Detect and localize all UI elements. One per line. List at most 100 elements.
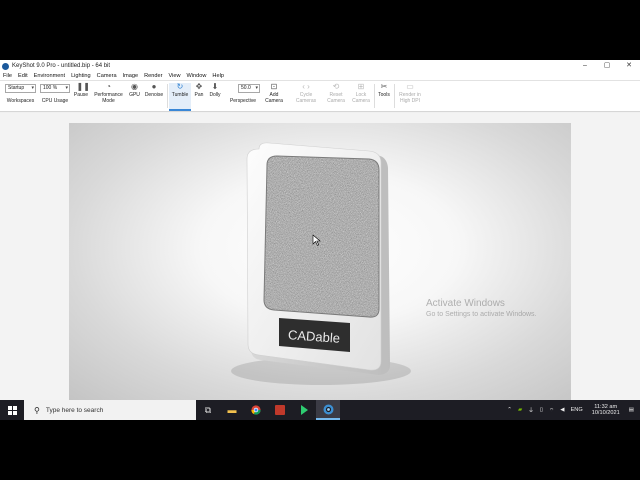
windows-taskbar: ⚲ Type here to search ⧉ ▬ ⌃ ▰ ⏚ ▯ ⌔ ◀ EN… bbox=[0, 400, 640, 420]
render-noise bbox=[264, 156, 379, 318]
cpu-usage-select[interactable]: 100 % bbox=[40, 84, 70, 93]
workspace-select[interactable]: Startup bbox=[5, 84, 36, 93]
usb-icon[interactable]: ⏚ bbox=[525, 406, 537, 414]
gauge-icon: ◔ bbox=[106, 82, 111, 91]
folder-icon: ▬ bbox=[227, 405, 237, 415]
minimize-button[interactable]: – bbox=[574, 60, 596, 72]
cpu-usage-label: CPU Usage bbox=[41, 98, 69, 104]
keyshot-logo-icon bbox=[2, 62, 9, 70]
close-button[interactable]: ✕ bbox=[618, 60, 640, 72]
gpu-button[interactable]: ◉ GPU bbox=[127, 83, 142, 99]
window-controls: – ▢ ✕ bbox=[574, 60, 640, 72]
window-title: KeyShot 9.0 Pro - untitled.bip - 64 bit bbox=[12, 63, 111, 69]
monitor-icon: ▭ bbox=[406, 82, 414, 91]
reset-camera-icon: ⟲ bbox=[332, 82, 340, 91]
dolly-arrow-icon: ⬇ bbox=[211, 82, 219, 91]
pause-button[interactable]: ❚❚ Pause bbox=[72, 83, 90, 99]
search-icon: ⚲ bbox=[34, 405, 40, 415]
tools-button[interactable]: ✂ Tools bbox=[376, 83, 392, 99]
app-green-icon bbox=[300, 405, 308, 415]
realtime-render-view[interactable]: CADable bbox=[69, 123, 571, 400]
start-button[interactable] bbox=[0, 400, 24, 420]
app-button-red[interactable] bbox=[268, 400, 292, 420]
chrome-button[interactable] bbox=[244, 400, 268, 420]
add-camera-label-line2: Camera bbox=[265, 97, 283, 104]
file-explorer-button[interactable]: ▬ bbox=[220, 400, 244, 420]
menu-bar: File Edit Environment Lighting Camera Im… bbox=[0, 72, 640, 81]
denoise-button[interactable]: ● Denoise bbox=[143, 83, 165, 99]
chrome-icon bbox=[251, 405, 261, 415]
clock-date: 10/10/2021 bbox=[591, 410, 620, 416]
menu-view[interactable]: View bbox=[165, 73, 183, 79]
tumble-icon: ↻ bbox=[176, 82, 184, 91]
reset-camera-button[interactable]: ⟲ Reset Camera bbox=[324, 83, 348, 104]
network-icon[interactable]: ⌔ bbox=[546, 407, 557, 414]
tumble-button[interactable]: ↻ Tumble bbox=[169, 83, 191, 111]
gpu-icon: ◉ bbox=[131, 82, 138, 91]
toolbar-divider bbox=[394, 84, 395, 108]
chevron-up-icon[interactable]: ⌃ bbox=[504, 407, 515, 413]
denoise-icon: ● bbox=[151, 82, 157, 91]
perspective-field[interactable]: 50.0 bbox=[238, 84, 260, 93]
menu-camera[interactable]: Camera bbox=[94, 73, 120, 79]
menu-environment[interactable]: Environment bbox=[31, 73, 68, 79]
denoise-label: Denoise bbox=[144, 92, 164, 98]
lock-icon: ⊞ bbox=[357, 82, 365, 91]
volume-icon[interactable]: ◀ bbox=[557, 407, 567, 413]
keyshot-window: KeyShot 9.0 Pro - untitled.bip - 64 bit … bbox=[0, 60, 640, 400]
render-high-dpi-button[interactable]: ▭ Render in High DPI bbox=[396, 83, 424, 104]
menu-window[interactable]: Window bbox=[184, 73, 210, 79]
cycle-arrows-icon: ‹ › bbox=[302, 82, 310, 91]
clock[interactable]: 11:32 am 10/10/2021 bbox=[586, 404, 626, 417]
rendered-product: CADable bbox=[231, 142, 411, 385]
notifications-icon[interactable]: ▤ bbox=[626, 407, 640, 413]
perspective-label: Perspective bbox=[229, 98, 257, 104]
menu-image[interactable]: Image bbox=[120, 73, 142, 79]
language-indicator[interactable]: ENG bbox=[568, 407, 586, 413]
gpu-label: GPU bbox=[129, 92, 140, 98]
title-bar: KeyShot 9.0 Pro - untitled.bip - 64 bit … bbox=[0, 60, 640, 72]
tools-label: Tools bbox=[378, 92, 390, 98]
keyshot-icon bbox=[323, 404, 333, 414]
lock-camera-button[interactable]: ⊞ Lock Camera bbox=[349, 83, 373, 104]
app-red-icon bbox=[275, 405, 285, 415]
search-placeholder: Type here to search bbox=[45, 406, 104, 414]
battery-icon[interactable]: ▯ bbox=[537, 407, 546, 413]
cycle-cameras-button[interactable]: ‹ › Cycle Cameras bbox=[292, 83, 320, 104]
watermark-subtitle: Go to Settings to activate Windows. bbox=[426, 311, 537, 318]
toolbar-divider bbox=[167, 84, 168, 108]
dolly-button[interactable]: ⬇ Dolly bbox=[207, 83, 223, 99]
menu-file[interactable]: File bbox=[0, 73, 15, 79]
workspace-label: Workspaces bbox=[6, 98, 35, 104]
taskbar-search[interactable]: ⚲ Type here to search bbox=[24, 400, 196, 420]
tools-icon: ✂ bbox=[380, 82, 388, 91]
menu-edit[interactable]: Edit bbox=[15, 73, 31, 79]
letterbox-top bbox=[0, 0, 640, 60]
activate-windows-watermark: Activate Windows Go to Settings to activ… bbox=[426, 298, 537, 318]
task-view-icon: ⧉ bbox=[204, 404, 212, 415]
tumble-label: Tumble bbox=[171, 92, 189, 98]
pan-label: Pan bbox=[194, 92, 204, 98]
letterbox-bottom bbox=[0, 420, 640, 480]
pause-label: Pause bbox=[73, 92, 89, 98]
task-view-button[interactable]: ⧉ bbox=[196, 400, 220, 420]
menu-help[interactable]: Help bbox=[209, 73, 227, 79]
watermark-title: Activate Windows bbox=[426, 298, 505, 309]
performance-mode-button[interactable]: ◔ Performance Mode bbox=[92, 83, 125, 104]
maximize-button[interactable]: ▢ bbox=[596, 60, 618, 72]
add-camera-button[interactable]: ⊡ Add Camera bbox=[262, 83, 286, 104]
menu-render[interactable]: Render bbox=[141, 73, 165, 79]
menu-lighting[interactable]: Lighting bbox=[68, 73, 94, 79]
reset-camera-label-line2: Camera bbox=[327, 97, 345, 104]
system-tray: ⌃ ▰ ⏚ ▯ ⌔ ◀ ENG 11:32 am 10/10/2021 ▤ bbox=[504, 400, 640, 420]
keyshot-taskbar-button[interactable] bbox=[316, 400, 340, 420]
pan-button[interactable]: ✥ Pan bbox=[192, 83, 206, 99]
app-button-green[interactable] bbox=[292, 400, 316, 420]
cycle-cameras-label-line2: Cameras bbox=[295, 97, 317, 104]
nvidia-icon[interactable]: ▰ bbox=[515, 407, 525, 413]
camera-add-icon: ⊡ bbox=[270, 82, 278, 91]
pause-icon: ❚❚ bbox=[76, 82, 90, 91]
lock-camera-label-line2: Camera bbox=[352, 97, 370, 104]
dolly-label: Dolly bbox=[209, 92, 221, 98]
toolbar-divider bbox=[374, 84, 375, 108]
